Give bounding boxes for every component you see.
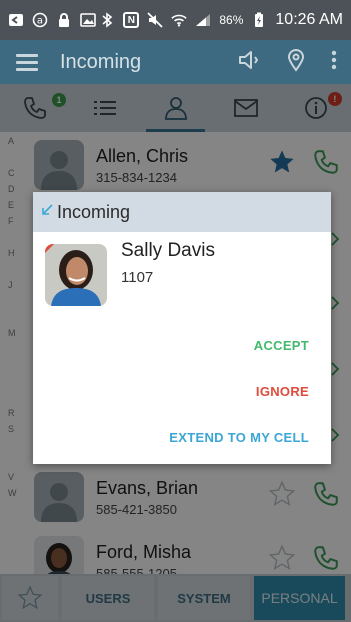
overflow-menu-icon[interactable]: [331, 50, 337, 75]
menu-icon[interactable]: [16, 53, 38, 71]
at-sign-icon: a: [32, 12, 48, 28]
page-title: Incoming: [60, 50, 142, 73]
lock-icon: [56, 12, 72, 28]
status-bar: a N 86% 10:26 AM: [0, 0, 351, 40]
back-box-icon: [8, 12, 24, 28]
dialog-header: Incoming: [33, 192, 331, 232]
signal-icon: [195, 12, 211, 28]
bluetooth-icon: [99, 12, 115, 28]
caller-photo: [45, 244, 107, 306]
caller-name: Sally Davis: [121, 240, 215, 261]
battery-charging-icon: [251, 12, 267, 28]
extend-to-cell-button[interactable]: EXTEND TO MY CELL: [169, 430, 309, 445]
svg-text:a: a: [37, 16, 43, 27]
accept-button[interactable]: ACCEPT: [254, 338, 309, 353]
ignore-button[interactable]: IGNORE: [256, 384, 309, 399]
wifi-icon: [171, 12, 188, 28]
dialog-title: Incoming: [57, 201, 131, 222]
app-bar: Incoming: [0, 40, 351, 84]
image-icon: [80, 12, 96, 28]
mute-icon: [147, 12, 163, 28]
nfc-icon: N: [123, 12, 140, 28]
incoming-arrow-icon: [41, 203, 53, 221]
battery-percent: 86%: [219, 13, 244, 27]
speaker-icon[interactable]: [237, 49, 261, 76]
incoming-call-dialog: Incoming Sally Davis 1107 ACCEPT IGNORE …: [33, 192, 331, 464]
status-time: 10:26 AM: [275, 11, 343, 28]
location-pin-icon[interactable]: [287, 48, 305, 77]
caller-extension: 1107: [121, 269, 154, 286]
